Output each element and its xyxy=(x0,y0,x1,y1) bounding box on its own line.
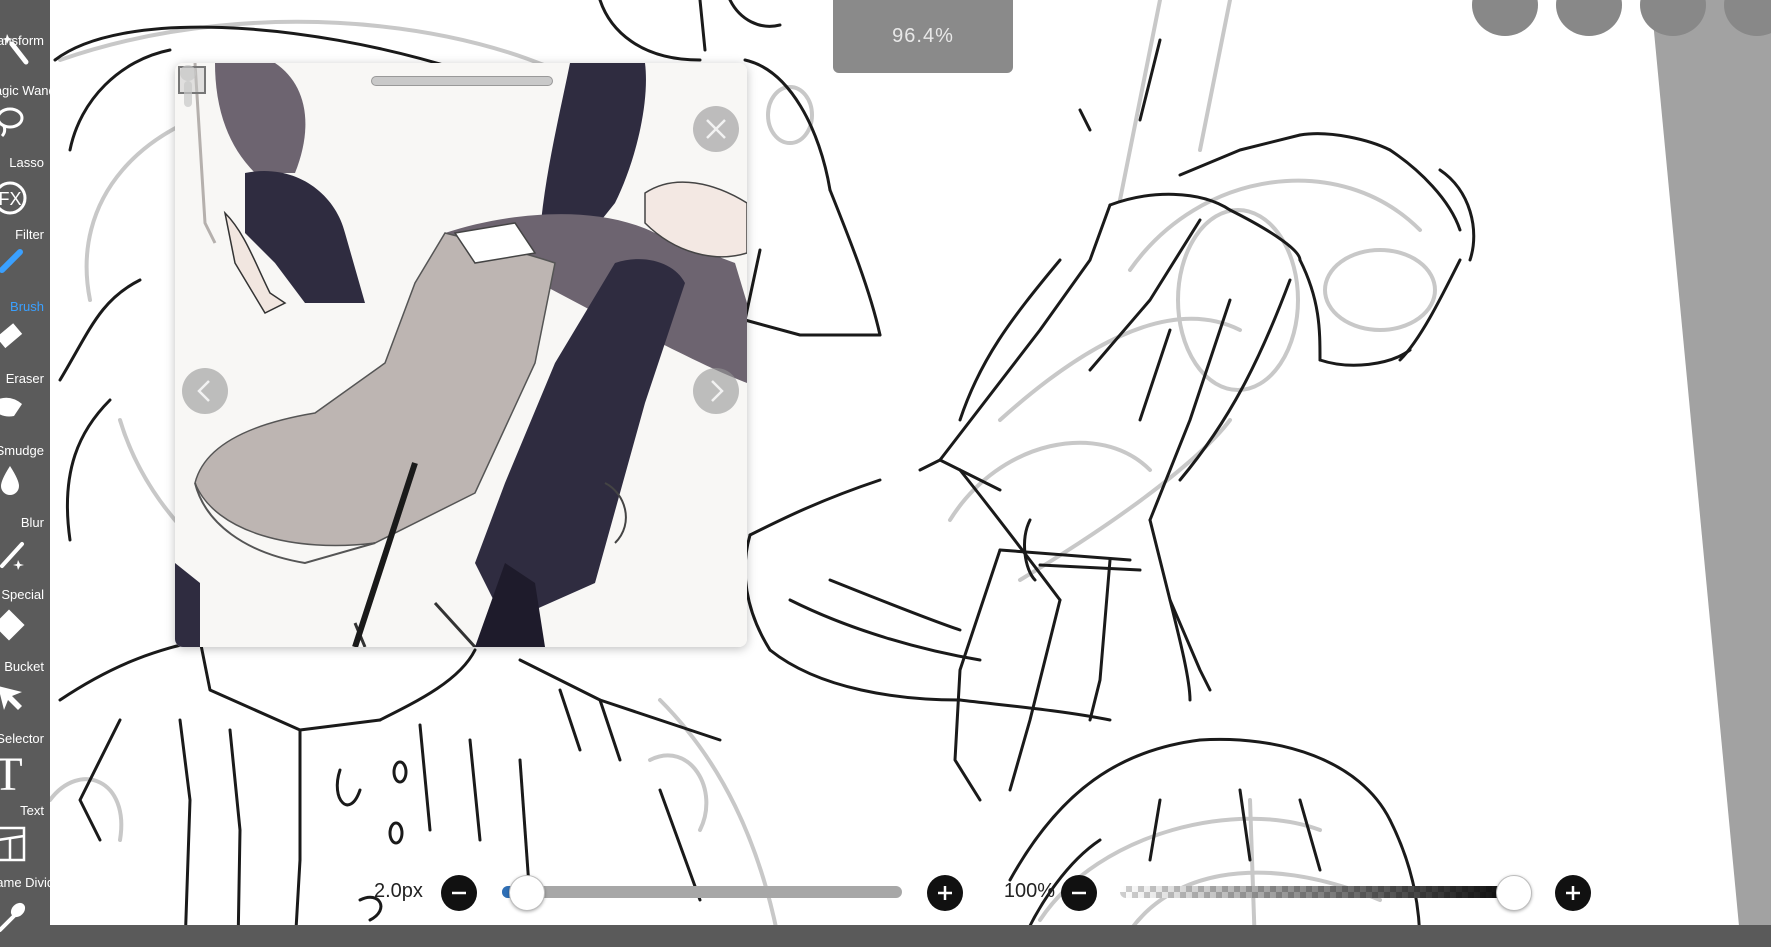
tool-filter[interactable]: FX Filter xyxy=(0,174,50,244)
smudge-icon xyxy=(0,397,22,417)
brush-size-decrease-button[interactable] xyxy=(441,875,477,911)
brush-icon xyxy=(0,249,23,273)
chevron-left-icon xyxy=(197,380,210,402)
tool-frame-divider[interactable]: Frame Divider xyxy=(0,822,50,892)
eyedropper-icon xyxy=(0,902,26,932)
filter-fx-icon: FX xyxy=(0,181,27,215)
tool-label: Smudge xyxy=(0,443,44,458)
minus-icon xyxy=(452,891,466,895)
brush-size-thumb[interactable] xyxy=(509,875,545,911)
tool-eyedropper[interactable] xyxy=(0,894,50,947)
svg-text:FX: FX xyxy=(0,189,22,209)
tool-label: Magic Wand xyxy=(0,83,50,98)
tool-label: Lasso xyxy=(9,155,44,170)
bucket-icon xyxy=(0,609,25,641)
canvas-outside-region xyxy=(1611,0,1771,947)
tool-eraser[interactable]: Eraser xyxy=(0,318,50,388)
tool-smudge[interactable]: Smudge xyxy=(0,390,50,460)
bottom-bar xyxy=(50,925,1771,947)
selector-icon xyxy=(0,686,22,710)
tool-label: Text xyxy=(20,803,44,818)
reference-prev-button[interactable] xyxy=(182,368,228,414)
brush-size-increase-button[interactable] xyxy=(927,875,963,911)
svg-text:T: T xyxy=(0,750,23,800)
frame-divider-icon xyxy=(0,826,26,862)
tool-panel: Transform Magic Wand Lasso FX Filter Bru… xyxy=(0,0,50,947)
tool-bucket[interactable]: Bucket xyxy=(0,606,50,676)
brush-opacity-decrease-button[interactable] xyxy=(1061,875,1097,911)
tool-label: Eraser xyxy=(5,371,44,386)
tool-label: Bucket xyxy=(4,659,44,674)
close-icon xyxy=(706,119,726,139)
plus-icon xyxy=(1566,886,1580,900)
brush-opacity-thumb[interactable] xyxy=(1496,875,1532,911)
lasso-icon xyxy=(0,107,24,138)
brush-opacity-increase-button[interactable] xyxy=(1555,875,1591,911)
magic-wand-icon xyxy=(2,34,29,65)
tool-label: Blur xyxy=(20,515,44,530)
tool-text[interactable]: T Text xyxy=(0,750,50,820)
reference-image xyxy=(175,63,747,647)
brush-size-value: 2.0px xyxy=(374,880,423,902)
minus-icon xyxy=(1072,891,1086,895)
tool-magic-wand[interactable]: Magic Wand xyxy=(0,30,50,100)
tool-lasso[interactable]: Lasso xyxy=(0,102,50,172)
tool-label: Frame Divider xyxy=(0,875,50,890)
reference-close-button[interactable] xyxy=(693,106,739,152)
special-wand-icon xyxy=(0,542,24,570)
plus-icon xyxy=(938,886,952,900)
reference-next-button[interactable] xyxy=(693,368,739,414)
zoom-indicator: 96.4% xyxy=(833,0,1013,73)
tool-selector[interactable]: Selector xyxy=(0,678,50,748)
tool-label: Brush xyxy=(10,299,44,314)
eraser-icon xyxy=(0,323,23,349)
tool-special[interactable]: Special xyxy=(0,534,50,604)
text-icon: T xyxy=(0,750,23,800)
brush-opacity-value: 100% xyxy=(1003,880,1055,902)
tool-brush[interactable]: Brush xyxy=(0,246,50,316)
brush-size-slider[interactable] xyxy=(502,875,902,911)
tool-label: Selector xyxy=(0,731,44,746)
pin-icon[interactable] xyxy=(175,63,201,111)
tool-label: Filter xyxy=(15,227,44,242)
brush-opacity-slider[interactable] xyxy=(1120,875,1532,911)
reference-drag-handle[interactable] xyxy=(371,76,553,86)
reference-window[interactable] xyxy=(175,63,747,647)
tool-blur[interactable]: Blur xyxy=(0,462,50,532)
tool-label: Special xyxy=(1,587,44,602)
chevron-right-icon xyxy=(711,380,724,402)
blur-drop-icon xyxy=(1,466,19,495)
